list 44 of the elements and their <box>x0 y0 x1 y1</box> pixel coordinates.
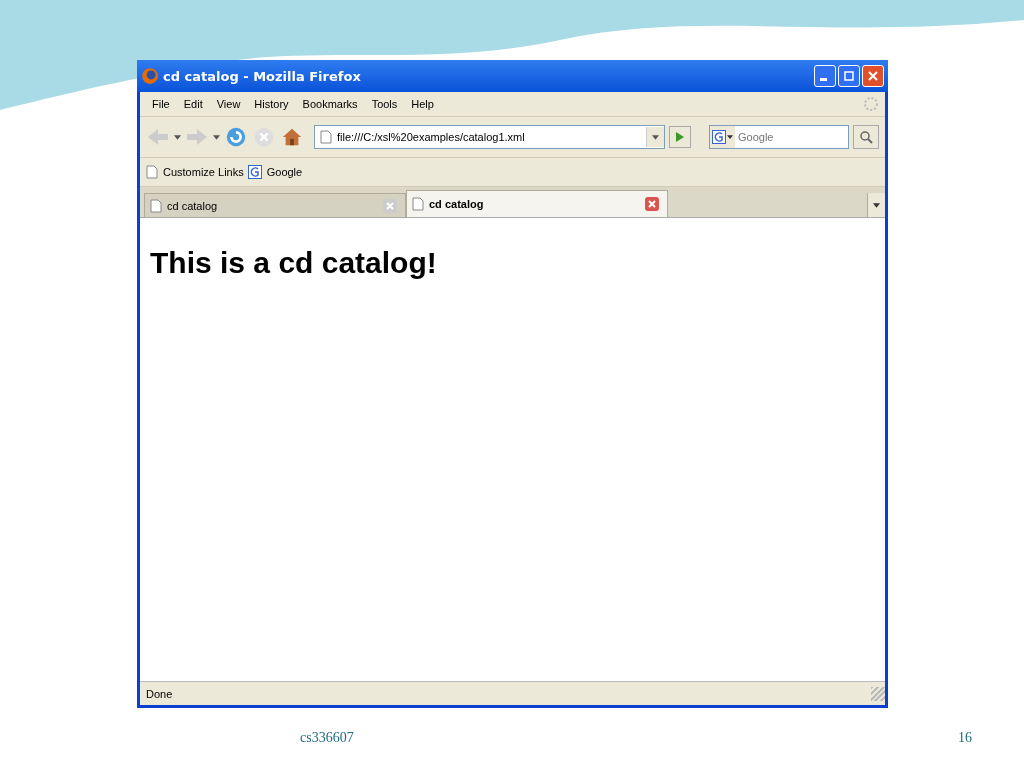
minimize-icon <box>820 78 827 81</box>
go-button[interactable] <box>669 126 691 148</box>
bookmark-link[interactable]: Customize Links <box>144 165 246 179</box>
tab-list-button[interactable] <box>867 193 885 217</box>
page-icon <box>320 130 332 144</box>
bookmark-link[interactable]: Google <box>245 165 305 179</box>
caret-icon[interactable] <box>174 134 181 140</box>
menu-item[interactable]: Bookmarks <box>296 96 364 112</box>
home-icon[interactable] <box>280 126 304 148</box>
browser-tab[interactable]: cd catalog <box>144 193 406 217</box>
slide-number: 16 <box>958 730 972 746</box>
page-icon <box>146 165 158 179</box>
caret-icon[interactable] <box>213 134 220 140</box>
close-button[interactable] <box>862 65 884 87</box>
page-heading: This is a cd catalog! <box>150 246 438 280</box>
play-icon <box>675 131 685 143</box>
throbber-icon <box>863 96 879 112</box>
search-button[interactable] <box>853 125 879 149</box>
status-text: Done <box>146 687 173 700</box>
caret-icon <box>873 202 880 208</box>
letter-g-icon <box>247 165 262 179</box>
menu-item[interactable]: Help <box>405 96 440 112</box>
browser-tab[interactable]: cd catalog <box>406 190 668 217</box>
tab-close-icon[interactable] <box>645 197 659 211</box>
page-icon <box>412 197 424 211</box>
globe-icon <box>141 67 159 85</box>
page-icon <box>150 198 162 213</box>
search-icon <box>859 130 873 144</box>
close-icon <box>868 71 878 81</box>
dropdown-button[interactable] <box>646 127 664 147</box>
menu-item[interactable]: Edit <box>177 96 209 112</box>
menu-item[interactable]: Tools <box>365 96 404 112</box>
menu-item[interactable]: File <box>146 96 176 112</box>
window-title: cd catalog - Mozilla Firefox <box>163 68 362 84</box>
reload-icon[interactable] <box>224 126 248 148</box>
minimize-button[interactable] <box>814 65 836 87</box>
maximize-button[interactable] <box>838 65 860 87</box>
slide-footer-text: cs336607 <box>300 730 354 746</box>
resize-grip-icon[interactable] <box>871 686 885 701</box>
menu-item[interactable]: View <box>210 96 247 112</box>
address-field[interactable]: file:///C:/xsl%20examples/catalog1.xml <box>314 125 665 149</box>
menu-item[interactable]: History <box>248 96 295 112</box>
maximize-icon <box>844 71 854 81</box>
caret-icon <box>652 134 659 140</box>
